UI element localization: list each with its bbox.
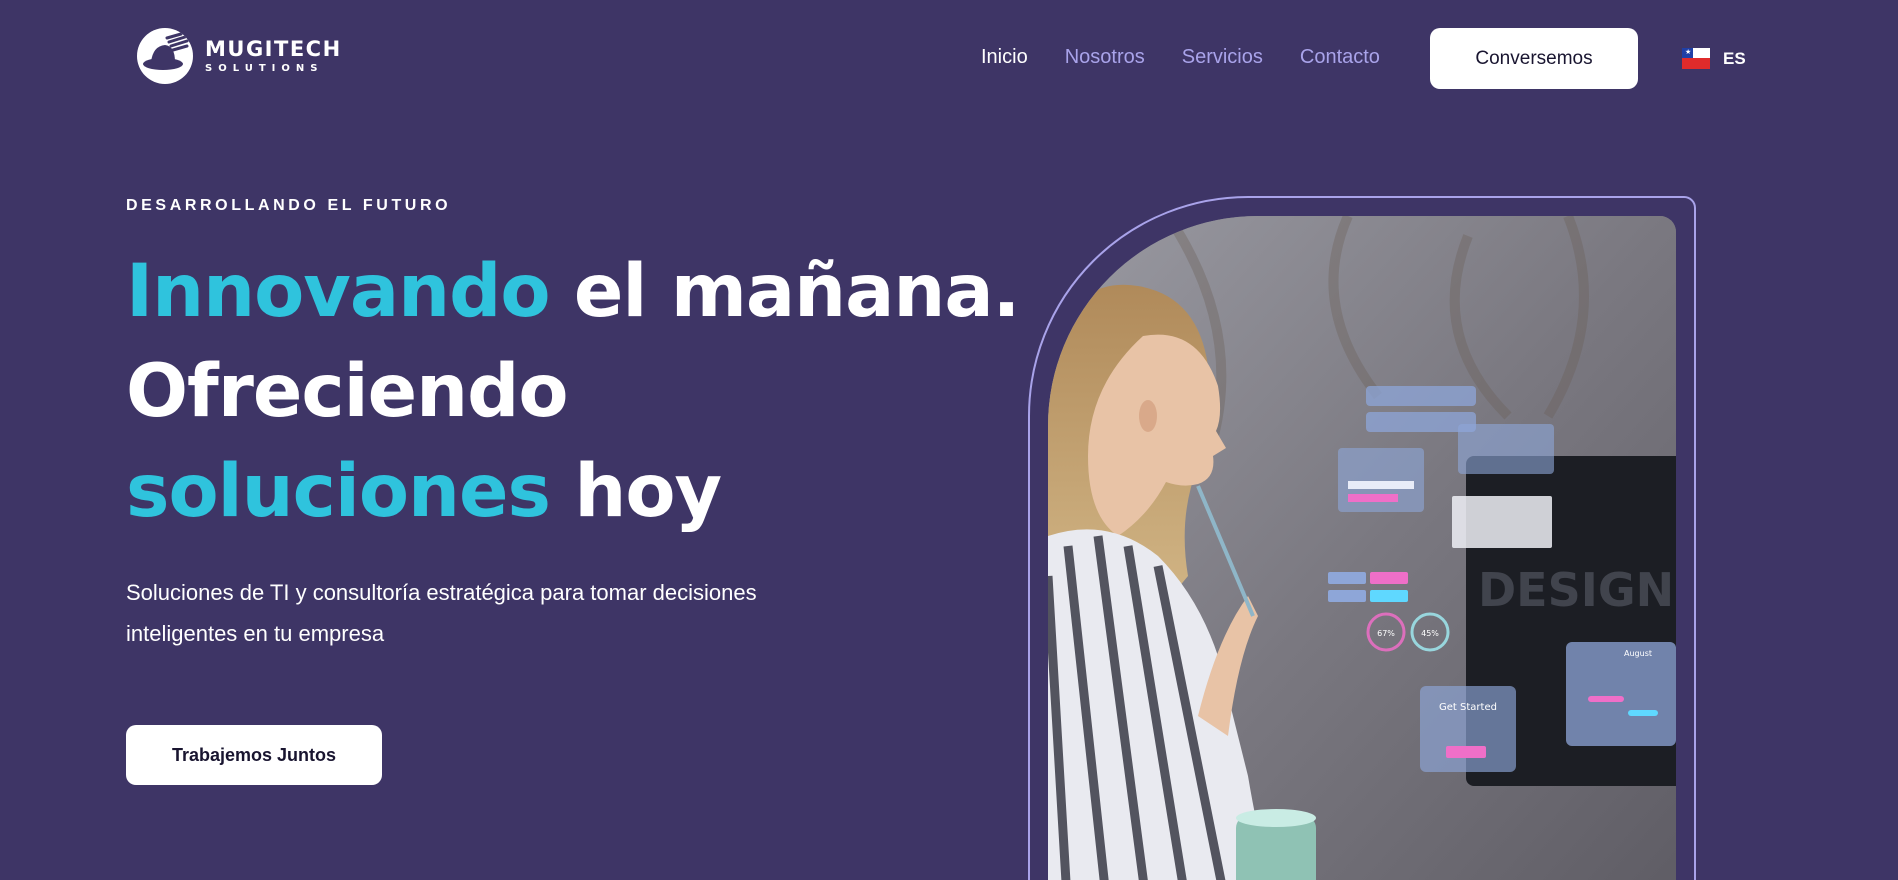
svg-text:DESIGN: DESIGN	[1478, 563, 1674, 617]
headline-accent-1: Innovando	[126, 249, 550, 334]
main-nav: Inicio Nosotros Servicios Contacto	[981, 46, 1380, 69]
headline-accent-3: soluciones	[126, 449, 551, 534]
nav-link-inicio[interactable]: Inicio	[981, 46, 1028, 69]
hero-eyebrow: DESARROLLANDO EL FUTURO	[126, 197, 452, 214]
headline-text-1: el mañana.	[573, 249, 1020, 334]
hat-hand-icon	[137, 28, 193, 84]
brand-logo[interactable]: MUGITECH SOLUTIONS	[137, 28, 342, 84]
trabajemos-juntos-button[interactable]: Trabajemos Juntos	[126, 725, 382, 785]
hero-headline: Innovando el mañana. Ofreciendo solucion…	[126, 242, 1026, 542]
logo-title: MUGITECH	[205, 36, 342, 61]
nav-link-servicios[interactable]: Servicios	[1182, 46, 1263, 69]
nav-link-nosotros[interactable]: Nosotros	[1065, 46, 1145, 69]
calendar-month-text: August	[1624, 649, 1652, 658]
language-selector[interactable]: ★ ES	[1682, 48, 1746, 69]
progress-45-text: 45%	[1421, 629, 1439, 638]
progress-67-text: 67%	[1377, 629, 1395, 638]
get-started-text: Get Started	[1439, 702, 1497, 713]
headline-text-2: Ofreciendo	[126, 349, 569, 434]
chile-flag-icon: ★	[1682, 48, 1710, 69]
hero-subtitle: Soluciones de TI y consultoría estratégi…	[126, 580, 757, 646]
nav-link-contacto[interactable]: Contacto	[1300, 46, 1380, 69]
hero-image: DESIGN 67% 45% Get Started August	[1048, 216, 1676, 880]
logo-subtitle: SOLUTIONS	[205, 62, 324, 74]
language-label: ES	[1723, 48, 1746, 68]
conversemos-button[interactable]: Conversemos	[1430, 28, 1638, 89]
headline-text-3: hoy	[574, 449, 722, 534]
monitor-design-text: DESIGN	[1478, 563, 1674, 617]
